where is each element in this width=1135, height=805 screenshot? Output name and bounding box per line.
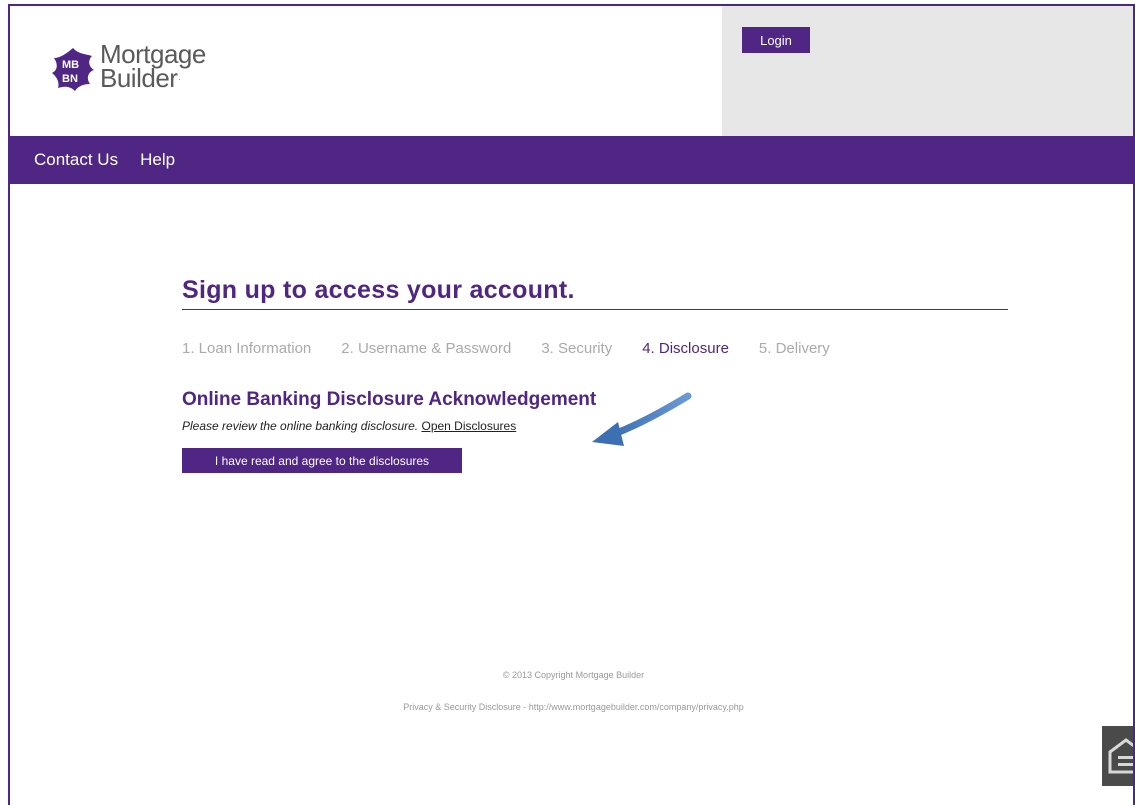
equal-housing-lender-icon bbox=[1102, 726, 1133, 786]
instruction-text: Please review the online banking disclos… bbox=[182, 419, 419, 433]
step-username-password[interactable]: 2. Username & Password bbox=[341, 340, 511, 357]
login-panel: Login bbox=[722, 6, 1133, 136]
svg-text:MB: MB bbox=[62, 59, 79, 71]
nav-help[interactable]: Help bbox=[140, 150, 175, 170]
footer-copyright: © 2013 Copyright Mortgage Builder bbox=[502, 670, 645, 680]
step-delivery[interactable]: 5. Delivery bbox=[759, 340, 830, 357]
main-navbar: Contact Us Help bbox=[10, 136, 1133, 184]
header: MB BN Mortgage Builder. Login bbox=[10, 6, 1133, 136]
signup-steps: 1. Loan Information 2. Username & Passwo… bbox=[182, 340, 1008, 357]
logo[interactable]: MB BN Mortgage Builder. bbox=[50, 39, 250, 102]
logo-text: Mortgage Builder. bbox=[100, 39, 206, 93]
svg-text:BN: BN bbox=[62, 73, 78, 85]
annotation-arrow-icon bbox=[592, 392, 692, 446]
footer-privacy-link[interactable]: Privacy & Security Disclosure - http://w… bbox=[10, 702, 1133, 712]
step-loan-information[interactable]: 1. Loan Information bbox=[182, 340, 311, 357]
step-disclosure[interactable]: 4. Disclosure bbox=[642, 340, 729, 357]
login-button[interactable]: Login bbox=[742, 27, 810, 53]
step-security[interactable]: 3. Security bbox=[541, 340, 612, 357]
logo-line2: Builder bbox=[100, 63, 178, 93]
nav-contact-us[interactable]: Contact Us bbox=[34, 150, 118, 170]
open-disclosures-link[interactable]: Open Disclosures bbox=[421, 419, 516, 433]
page-frame: MB BN Mortgage Builder. Login Contact Us… bbox=[8, 4, 1135, 805]
mortgage-builder-logo-icon: MB BN bbox=[52, 48, 94, 91]
page-title: Sign up to access your account. bbox=[182, 276, 1008, 310]
agree-disclosures-button[interactable]: I have read and agree to the disclosures bbox=[182, 448, 462, 473]
